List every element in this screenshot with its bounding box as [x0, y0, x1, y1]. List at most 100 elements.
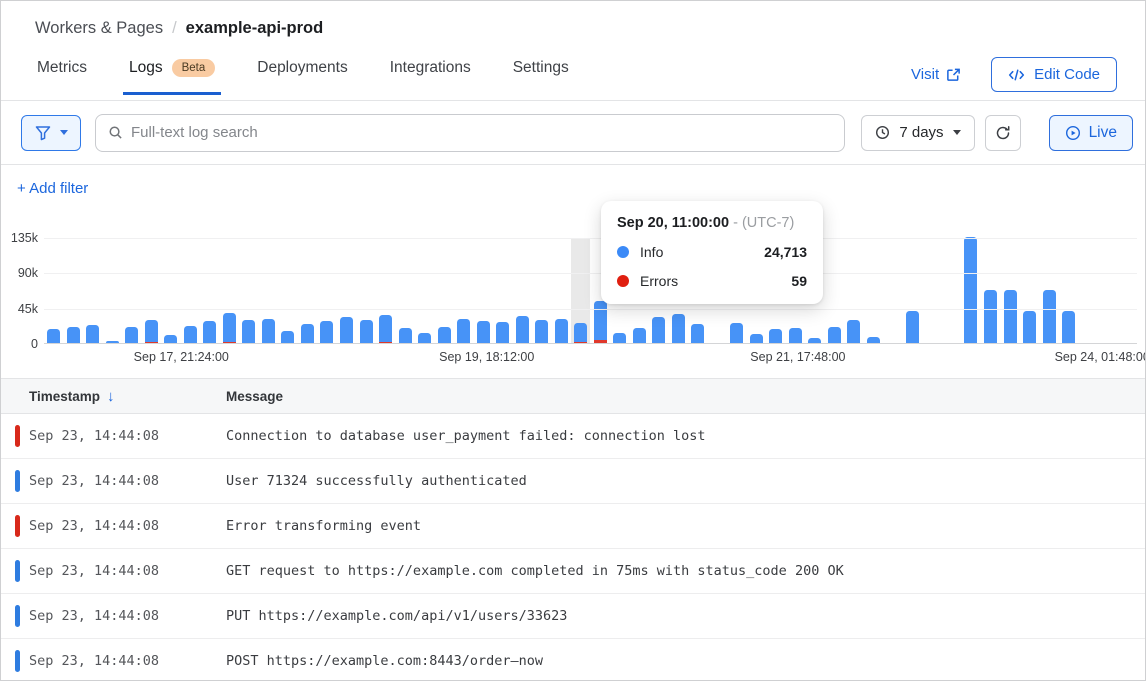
chart-slot [259, 238, 279, 343]
chart-bar[interactable] [496, 322, 509, 343]
chart-bar[interactable] [906, 311, 919, 343]
chart-slot [844, 238, 864, 343]
chart-slot [200, 238, 220, 343]
bar-errors-segment [223, 342, 236, 343]
x-axis-tick-label: Sep 21, 17:48:00 [750, 350, 845, 364]
bar-info-segment [86, 325, 99, 343]
search-input[interactable] [131, 124, 832, 141]
chart-bar[interactable] [320, 321, 333, 343]
bar-info-segment [320, 321, 333, 343]
chart-bar[interactable] [750, 334, 763, 343]
chart-bar[interactable] [535, 320, 548, 343]
tab-settings[interactable]: Settings [511, 51, 571, 94]
page-header: Workers & Pages / example-api-prod Metri… [1, 1, 1145, 101]
chart-bar[interactable] [652, 317, 665, 343]
breadcrumb: Workers & Pages / example-api-prod [35, 19, 1117, 38]
chart-bar[interactable] [125, 327, 138, 343]
time-range-button[interactable]: 7 days [861, 115, 974, 151]
chart-bar[interactable] [86, 325, 99, 343]
chart-bar[interactable] [457, 319, 470, 343]
chart-bar[interactable] [1043, 290, 1056, 343]
chart-slot [356, 238, 376, 343]
bar-info-segment [106, 341, 119, 343]
chart-bar[interactable] [555, 319, 568, 343]
chart-bar[interactable] [184, 326, 197, 343]
tab-integrations[interactable]: Integrations [388, 51, 473, 94]
chart-bar[interactable] [633, 328, 646, 343]
chart-bar[interactable] [984, 290, 997, 343]
tab-logs[interactable]: LogsBeta [127, 51, 217, 94]
tab-deployments[interactable]: Deployments [255, 51, 349, 94]
bar-info-segment [203, 321, 216, 343]
chart-bar[interactable] [242, 320, 255, 343]
log-row[interactable]: Sep 23, 14:44:08GET request to https://e… [1, 549, 1145, 594]
chart-bar[interactable] [67, 327, 80, 343]
chart-bar[interactable] [360, 320, 373, 343]
chart-bar[interactable] [769, 329, 782, 343]
chart-bar[interactable] [47, 329, 60, 343]
bar-info-segment [301, 324, 314, 343]
chart-bar[interactable] [399, 328, 412, 343]
sort-descending-icon[interactable]: ↓ [107, 388, 115, 405]
chart-bar[interactable] [418, 333, 431, 343]
column-header-timestamp[interactable]: Timestamp ↓ [29, 388, 195, 405]
tooltip-timestamp: Sep 20, 11:00:00 - (UTC-7) [617, 215, 807, 231]
chart-bar[interactable] [730, 323, 743, 343]
chart-bar[interactable] [613, 333, 626, 343]
refresh-button[interactable] [985, 115, 1021, 151]
visit-label: Visit [911, 66, 939, 83]
severity-indicator-info [15, 650, 20, 672]
chart-bar[interactable] [691, 324, 704, 343]
edit-code-button[interactable]: Edit Code [991, 57, 1117, 92]
live-button[interactable]: Live [1049, 115, 1133, 151]
chart-bar[interactable] [964, 237, 977, 343]
chart-bar[interactable] [164, 335, 177, 343]
chart-bar[interactable] [1023, 311, 1036, 343]
chart-bar[interactable] [808, 338, 821, 343]
x-axis-tick-label: Sep 24, 01:48:00 [1055, 350, 1146, 364]
chart-bar[interactable] [145, 320, 158, 343]
column-header-message[interactable]: Message [226, 389, 283, 404]
search-icon [108, 125, 123, 140]
chart-bar[interactable] [574, 323, 587, 343]
chart-bar[interactable] [340, 317, 353, 343]
chart-bar[interactable] [477, 321, 490, 343]
chart-bar[interactable] [301, 324, 314, 343]
filter-menu-button[interactable] [21, 115, 81, 151]
chart-bar[interactable] [594, 301, 607, 343]
breadcrumb-section[interactable]: Workers & Pages [35, 19, 163, 38]
chart-bar[interactable] [1062, 311, 1075, 343]
chart-bar[interactable] [1004, 290, 1017, 343]
chart-bar[interactable] [672, 314, 685, 343]
chart-bar[interactable] [106, 341, 119, 343]
chart-bar[interactable] [438, 327, 451, 343]
bar-info-segment [457, 319, 470, 343]
log-row[interactable]: Sep 23, 14:44:08Connection to database u… [1, 414, 1145, 459]
log-row[interactable]: Sep 23, 14:44:08POST https://example.com… [1, 639, 1145, 681]
log-row[interactable]: Sep 23, 14:44:08PUT https://example.com/… [1, 594, 1145, 639]
chart-bar[interactable] [828, 327, 841, 343]
log-message: GET request to https://example.com compl… [226, 563, 844, 579]
chart-bar[interactable] [867, 337, 880, 343]
edit-code-label: Edit Code [1034, 66, 1100, 83]
chart-bar[interactable] [262, 319, 275, 343]
chart-bar[interactable] [379, 315, 392, 343]
chart-bar[interactable] [847, 320, 860, 343]
chart-slot [922, 238, 942, 343]
visit-link[interactable]: Visit [911, 66, 961, 83]
chart-bar[interactable] [516, 316, 529, 343]
chart-slot [434, 238, 454, 343]
chart-bar[interactable] [203, 321, 216, 343]
bar-info-segment [399, 328, 412, 343]
y-axis-tick-label: 90k [1, 266, 38, 280]
search-box[interactable] [95, 114, 845, 152]
chart-slot [44, 238, 64, 343]
chart-bar[interactable] [789, 328, 802, 343]
tab-metrics[interactable]: Metrics [35, 51, 89, 94]
chart-slot [298, 238, 318, 343]
add-filter-button[interactable]: + Add filter [17, 180, 88, 197]
log-row[interactable]: Sep 23, 14:44:08User 71324 successfully … [1, 459, 1145, 504]
chart-bar[interactable] [223, 313, 236, 343]
log-row[interactable]: Sep 23, 14:44:08Error transforming event [1, 504, 1145, 549]
chart-bar[interactable] [281, 331, 294, 343]
